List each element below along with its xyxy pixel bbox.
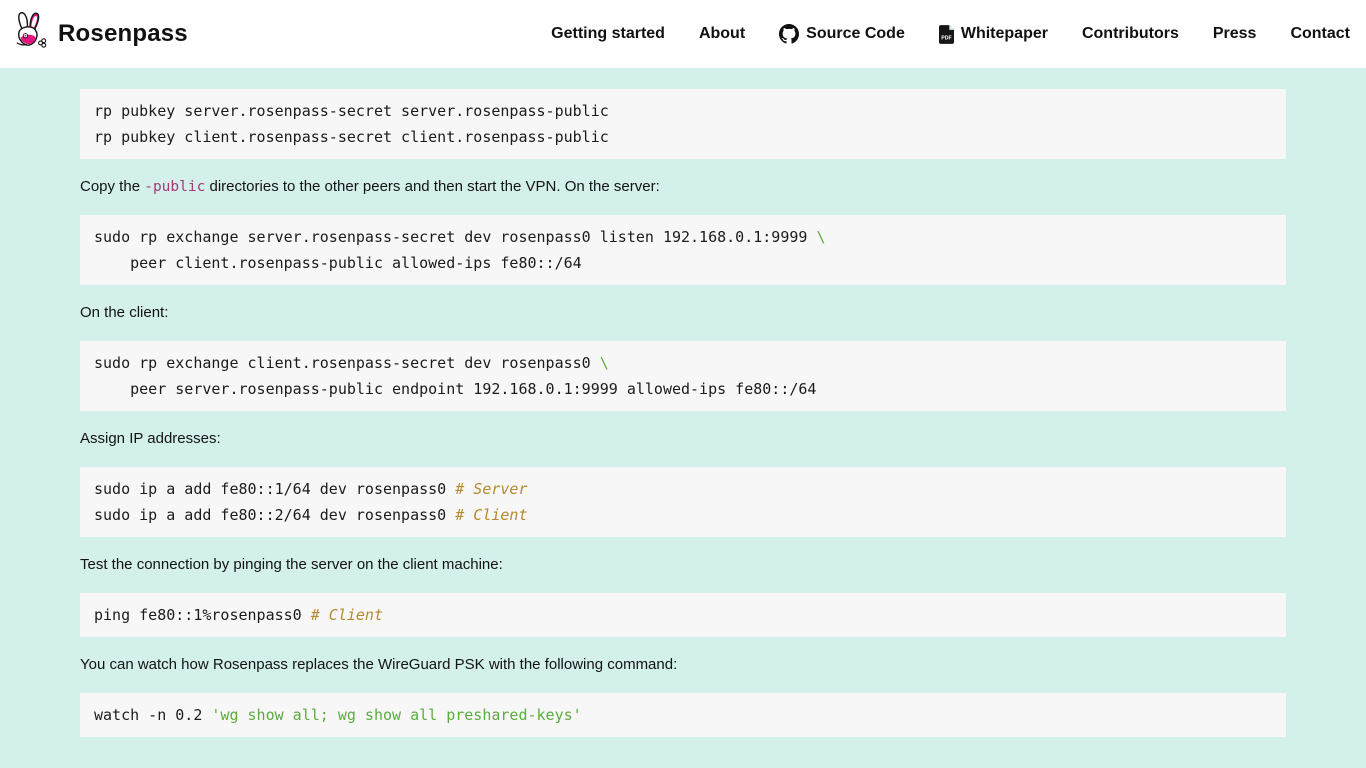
code-comment: # Server (455, 480, 527, 498)
code-block-server-exchange: sudo rp exchange server.rosenpass-secret… (80, 215, 1286, 285)
code-block-generate-pubkeys: rp pubkey server.rosenpass-secret server… (80, 89, 1286, 159)
nav-links: Getting started About Source Code PDF Wh… (551, 24, 1350, 44)
code-block-client-exchange: sudo rp exchange client.rosenpass-secret… (80, 341, 1286, 411)
code-line: rp pubkey server.rosenpass-secret server… (94, 98, 1272, 124)
svg-text:PDF: PDF (941, 35, 952, 41)
nav-whitepaper-label: Whitepaper (961, 25, 1048, 43)
paragraph-text: Copy the (80, 178, 144, 195)
nav-about[interactable]: About (699, 25, 745, 43)
paragraph-watch-psk: You can watch how Rosenpass replaces the… (80, 655, 1286, 675)
paragraph-test-connection: Test the connection by pinging the serve… (80, 555, 1286, 575)
brand-home-link[interactable]: Rosenpass (8, 9, 188, 60)
code-line: rp pubkey client.rosenpass-secret client… (94, 124, 1272, 150)
code-line: sudo rp exchange client.rosenpass-secret… (94, 350, 1272, 376)
getting-started-content: rp pubkey server.rosenpass-secret server… (0, 68, 1366, 737)
nav-contact[interactable]: Contact (1290, 25, 1350, 43)
github-icon (779, 24, 799, 44)
code-line: watch -n 0.2 'wg show all; wg show all p… (94, 702, 1272, 728)
brand-name: Rosenpass (58, 20, 188, 48)
paragraph-copy-public: Copy the -public directories to the othe… (80, 177, 1286, 197)
top-nav: Rosenpass Getting started About Source C… (0, 0, 1366, 68)
code-comment: # Client (311, 606, 383, 624)
nav-whitepaper[interactable]: PDF Whitepaper (939, 25, 1048, 44)
rosenpass-rabbit-logo-icon (8, 9, 52, 60)
inline-code-public: -public (144, 179, 205, 195)
code-block-assign-ips: sudo ip a add fe80::1/64 dev rosenpass0 … (80, 467, 1286, 537)
code-line: sudo ip a add fe80::2/64 dev rosenpass0 … (94, 502, 1272, 528)
code-line: ping fe80::1%rosenpass0 # Client (94, 602, 1272, 628)
nav-press[interactable]: Press (1213, 25, 1257, 43)
code-line: sudo ip a add fe80::1/64 dev rosenpass0 … (94, 476, 1272, 502)
nav-source-code[interactable]: Source Code (779, 24, 905, 44)
line-continuation: \ (600, 354, 609, 372)
paragraph-text: directories to the other peers and then … (205, 178, 659, 195)
code-comment: # Client (455, 506, 527, 524)
nav-source-code-label: Source Code (806, 25, 905, 43)
code-line: peer client.rosenpass-public allowed-ips… (94, 250, 1272, 276)
line-continuation: \ (816, 228, 825, 246)
code-line: sudo rp exchange server.rosenpass-secret… (94, 224, 1272, 250)
code-block-ping: ping fe80::1%rosenpass0 # Client (80, 593, 1286, 637)
code-block-watch: watch -n 0.2 'wg show all; wg show all p… (80, 693, 1286, 737)
nav-getting-started[interactable]: Getting started (551, 25, 665, 43)
code-string: 'wg show all; wg show all preshared-keys… (211, 706, 581, 724)
code-line: peer server.rosenpass-public endpoint 19… (94, 376, 1272, 402)
paragraph-on-client: On the client: (80, 303, 1286, 323)
paragraph-assign-ips: Assign IP addresses: (80, 429, 1286, 449)
nav-contributors[interactable]: Contributors (1082, 25, 1179, 43)
pdf-icon: PDF (939, 25, 954, 44)
